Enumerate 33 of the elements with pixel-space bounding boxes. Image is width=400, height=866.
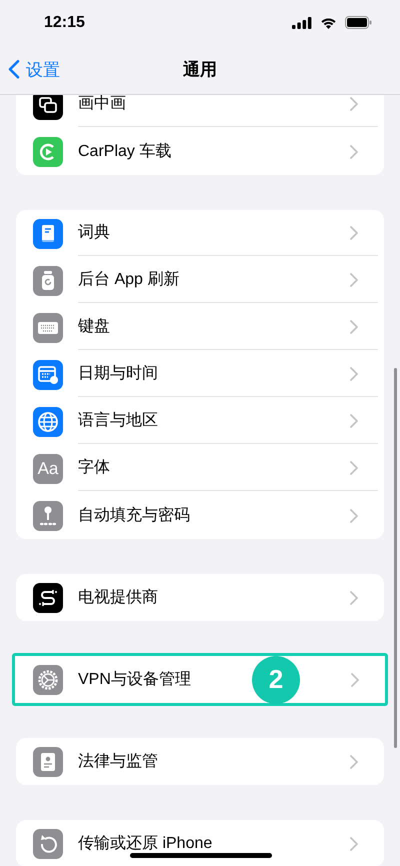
settings-row[interactable]: 自动填充与密码: [16, 492, 384, 539]
chevron-icon: [350, 414, 358, 428]
settings-row[interactable]: 法律与监管: [16, 738, 384, 785]
settings-row[interactable]: Aa 字体: [16, 445, 384, 492]
page-title: 通用: [183, 58, 217, 81]
chevron-icon: [350, 320, 358, 334]
chevron-icon: [350, 461, 358, 475]
font-icon: Aa: [33, 454, 63, 484]
settings-row[interactable]: 语言与地区: [16, 398, 384, 445]
chevron-icon: [350, 590, 358, 604]
back-chevron-icon: [8, 60, 20, 80]
chevron-icon: [350, 226, 358, 240]
chevron-icon: [350, 754, 358, 768]
chevron-icon: [350, 836, 358, 850]
settings-row[interactable]: CarPlay 车载: [16, 128, 384, 175]
chevron-icon: [351, 672, 359, 686]
settings-row[interactable]: 画中画: [16, 95, 384, 128]
settings-row[interactable]: 词典: [16, 210, 384, 257]
settings-row[interactable]: 后台 App 刷新: [16, 257, 384, 304]
settings-row[interactable]: 日期与时间: [16, 351, 384, 398]
chevron-icon: [350, 273, 358, 287]
chevron-icon: [350, 97, 358, 111]
settings-row[interactable]: 电视提供商: [16, 574, 384, 621]
step-number: 2: [252, 656, 300, 704]
battery-icon: [345, 16, 372, 29]
wifi-icon: [320, 16, 337, 28]
chevron-icon: [350, 508, 358, 522]
signal-icon: [292, 16, 312, 28]
back-button[interactable]: 设置: [8, 56, 60, 82]
settings-row[interactable]: 键盘: [16, 304, 384, 351]
chevron-icon: [350, 367, 358, 381]
chevron-icon: [350, 144, 358, 158]
clock-time: 12:15: [44, 12, 85, 32]
